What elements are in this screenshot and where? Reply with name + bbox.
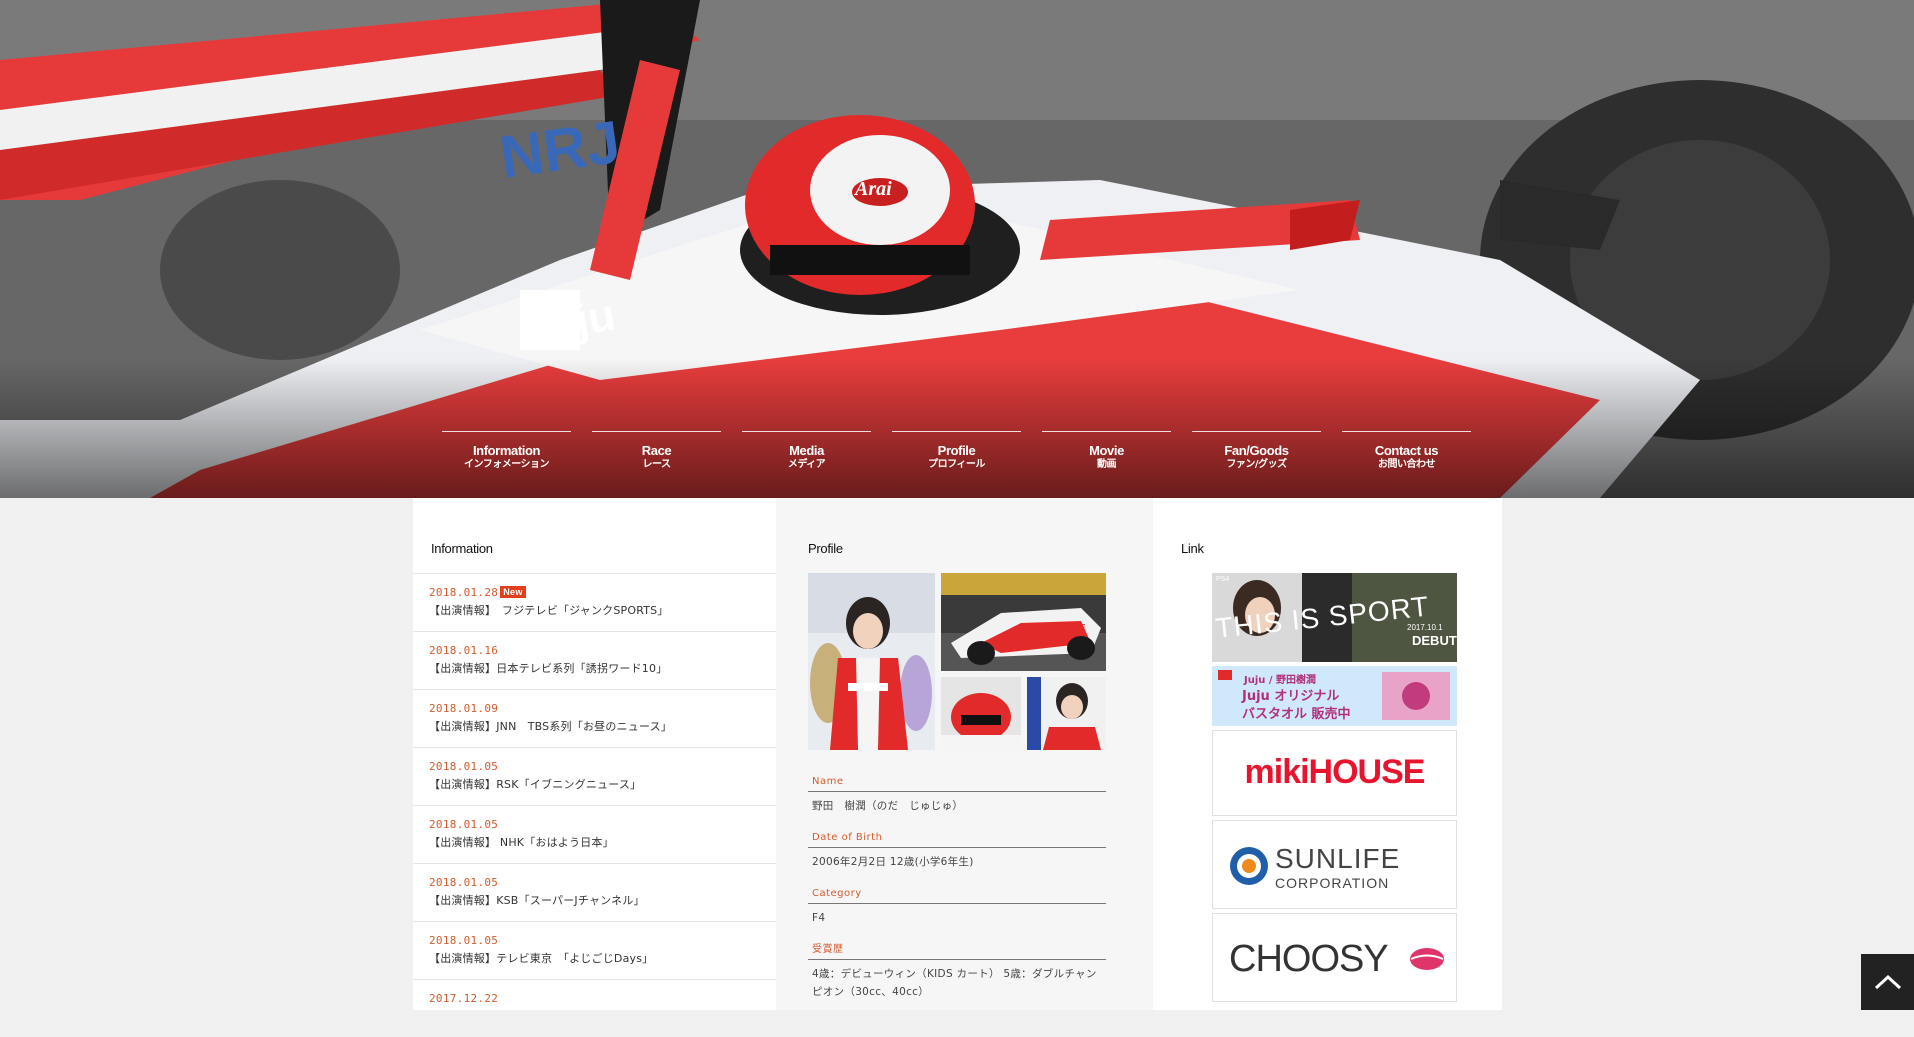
back-to-top-button[interactable] — [1861, 954, 1914, 1010]
gt-date: 2017.10.1 — [1407, 623, 1443, 632]
towel-banner-line3: バスタオル 販売中 — [1242, 707, 1351, 722]
sunlife-line2: CORPORATION — [1275, 875, 1390, 891]
nav-label-ja: プロフィール — [928, 459, 985, 470]
news-title: 【出演情報】 NHK「おはよう日本」 — [429, 836, 614, 849]
choosy-banner[interactable]: CHOOSY — [1212, 913, 1457, 1002]
mikihouse-banner[interactable]: mikiHOUSE — [1212, 730, 1457, 816]
news-date: 2018.01.09 — [429, 702, 499, 715]
nav-item-profile[interactable]: Profile プロフィール — [892, 431, 1021, 481]
news-title: 【出演情報】 フジテレビ「ジャンクSPORTS」 — [429, 604, 669, 617]
profile-photo-portrait — [808, 573, 935, 750]
profile-value-birth: 2006年2月2日 12歳(小学6年生) — [812, 856, 974, 868]
link-heading: Link — [1181, 541, 1204, 556]
nav-label-en: Race — [641, 443, 672, 458]
news-list: 2018.01.28 New 【出演情報】 フジテレビ「ジャンクSPORTS」 2… — [413, 573, 776, 1037]
profile-photo-grid: mikiHOUSE — [808, 573, 1106, 750]
news-item[interactable]: 2018.01.05 【出演情報】KSB「スーパーJチャンネル」 — [413, 863, 776, 921]
news-item[interactable]: 2018.01.28 New 【出演情報】 フジテレビ「ジャンクSPORTS」 — [413, 573, 776, 631]
mikihouse-logo-text: mikiHOUSE — [1244, 753, 1426, 791]
news-date: 2018.01.28 — [429, 586, 499, 599]
profile-value-awards: 4歳：デビューウィン（KIDS カート） 5歳：ダブルチャンピオン（30cc、4… — [812, 968, 1097, 998]
news-title: 【出演情報】テレビ東京 「よじごじDays」 — [429, 952, 654, 965]
nav-label-en: Movie — [1089, 443, 1124, 458]
link-banner-list: PS4 THIS IS SPORT 2017.10.1 DEBUT Juju /… — [1212, 573, 1457, 1006]
nav-label-ja: ファン/グッズ — [1226, 459, 1287, 470]
nav-label-ja: お問い合わせ — [1378, 459, 1436, 470]
nav-item-race[interactable]: Race レース — [592, 431, 721, 481]
nav-item-information[interactable]: Information インフォメーション — [442, 431, 571, 481]
nav-item-contact[interactable]: Contact us お問い合わせ — [1342, 431, 1471, 481]
nav-label-en: Fan/Goods — [1224, 443, 1289, 458]
hero-helmet-brand-text: Arai — [855, 178, 892, 200]
nav-item-media[interactable]: Media メディア — [742, 431, 871, 481]
sunlife-line1: SUNLIFE — [1275, 843, 1401, 874]
towel-banner-line2: Juju オリジナル — [1242, 689, 1340, 704]
news-date: 2018.01.05 — [429, 818, 499, 831]
new-badge: New — [500, 586, 526, 598]
news-title: 【出演情報】RSK「イブニングニュース」 — [429, 778, 642, 791]
profile-photo-interview — [1027, 677, 1106, 750]
towel-goods-banner[interactable]: Juju / 野田樹潤 Juju オリジナル バスタオル 販売中 — [1212, 666, 1457, 726]
gran-turismo-banner[interactable]: PS4 THIS IS SPORT 2017.10.1 DEBUT — [1212, 573, 1457, 662]
news-title: 【出演情報】日本テレビ系列「誘拐ワード10」 — [429, 662, 668, 675]
main-content: Information 2018.01.28 New 【出演情報】 フジテレビ「ジ… — [413, 498, 1502, 1010]
profile-label-category: Category — [808, 887, 1106, 904]
news-date: 2018.01.05 — [429, 934, 499, 947]
nav-label-en: Media — [789, 443, 824, 458]
information-section: Information 2018.01.28 New 【出演情報】 フジテレビ「ジ… — [413, 498, 776, 1010]
news-title: 【出演情報】JNN TBS系列「お昼のニュース」 — [429, 720, 673, 733]
news-item[interactable]: 2018.01.05 【出演情報】テレビ東京 「よじごじDays」 — [413, 921, 776, 979]
towel-banner-line1: Juju / 野田樹潤 — [1244, 675, 1317, 686]
profile-label-name: Name — [808, 775, 1106, 792]
link-section: Link PS4 THIS IS SPORT 2017.10.1 DEBUT J… — [1153, 498, 1502, 1010]
photo-car-sponsor-text: mikiHOUSE — [1041, 623, 1086, 632]
sunlife-logo-icon — [1230, 847, 1268, 885]
profile-photo-cockpit — [941, 677, 1021, 750]
profile-heading: Profile — [808, 541, 843, 556]
nav-label-en: Contact us — [1374, 443, 1439, 458]
gt-debut: DEBUT — [1412, 633, 1457, 648]
nav-item-movie[interactable]: Movie 動画 — [1042, 431, 1171, 481]
news-item[interactable]: 2018.01.16 【出演情報】日本テレビ系列「誘拐ワード10」 — [413, 631, 776, 689]
profile-details: Name 野田 樹潤（のだ じゅじゅ） Date of Birth 2006年2… — [808, 775, 1106, 1001]
nav-item-fan-goods[interactable]: Fan/Goods ファン/グッズ — [1192, 431, 1321, 481]
chevron-up-icon — [1874, 974, 1901, 990]
news-date: 2018.01.05 — [429, 760, 499, 773]
profile-label-awards: 受賞歴 — [808, 943, 1106, 960]
nav-label-ja: メディア — [787, 459, 826, 470]
news-date-row: 2018.01.28 New — [429, 586, 776, 600]
profile-value-category: F4 — [812, 912, 826, 924]
news-item[interactable]: 2018.01.09 【出演情報】JNN TBS系列「お昼のニュース」 — [413, 689, 776, 747]
sunlife-banner[interactable]: SUNLIFE CORPORATION — [1212, 820, 1457, 909]
nav-label-ja: 動画 — [1097, 459, 1117, 470]
choosy-logo-text: CHOOSY — [1229, 938, 1389, 980]
hero-banner: NRJ Juju Arai Information インフォメーション Race… — [0, 0, 1914, 498]
lips-icon — [1410, 948, 1444, 970]
news-date: 2017.12.22 — [429, 992, 499, 1005]
profile-photo-racecar: mikiHOUSE — [941, 573, 1106, 671]
information-heading: Information — [431, 541, 493, 556]
news-title: 【出演情報】KSB「スーパーJチャンネル」 — [429, 894, 645, 907]
nav-label-ja: インフォメーション — [464, 459, 550, 470]
news-date: 2018.01.05 — [429, 876, 499, 889]
news-item[interactable]: 2018.01.05 【出演情報】 NHK「おはよう日本」 — [413, 805, 776, 863]
news-item[interactable]: 2018.01.05 【出演情報】RSK「イブニングニュース」 — [413, 747, 776, 805]
profile-section: Profile mikiHOUSE Name 野田 樹潤（のだ じゅじゅ） Da… — [776, 498, 1153, 1010]
gt-ps4-text: PS4 — [1216, 576, 1230, 583]
nav-label-en: Profile — [937, 443, 976, 458]
profile-label-birth: Date of Birth — [808, 831, 1106, 848]
nav-label-en: Information — [472, 443, 541, 458]
nav-label-ja: レース — [642, 459, 672, 470]
main-navigation: Information インフォメーション Race レース Media メディ… — [442, 431, 1474, 481]
profile-value-name: 野田 樹潤（のだ じゅじゅ） — [812, 800, 964, 812]
news-date: 2018.01.16 — [429, 644, 499, 657]
news-item[interactable]: 2017.12.22 — [413, 979, 776, 1037]
